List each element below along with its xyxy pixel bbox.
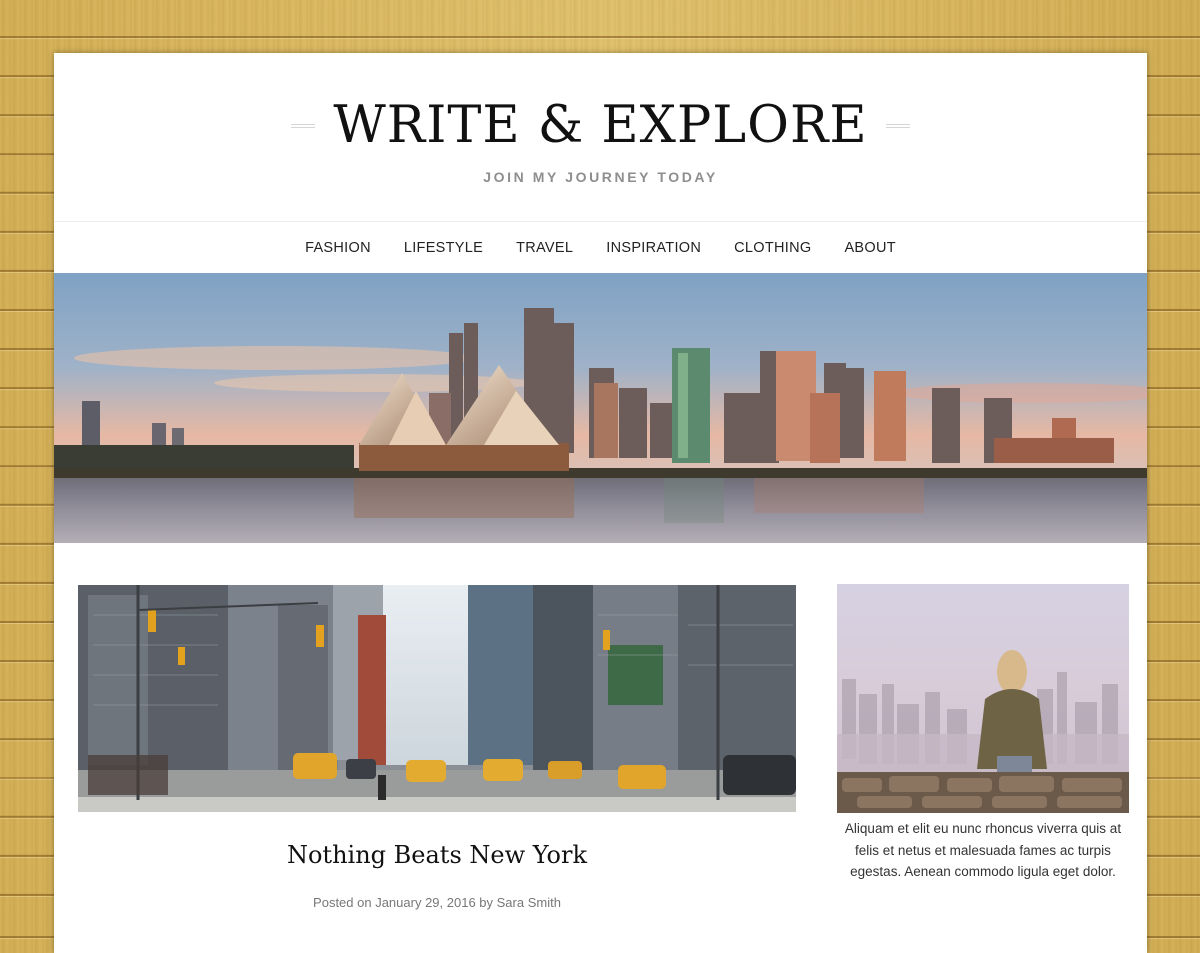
site-title-row: WRITE & EXPLORE (54, 91, 1147, 161)
nav-item-fashion[interactable]: FASHION (305, 240, 371, 256)
site-header: WRITE & EXPLORE JOIN MY JOURNEY TODAY (54, 53, 1147, 221)
blog-page: WRITE & EXPLORE JOIN MY JOURNEY TODAY FA… (54, 53, 1147, 953)
post-title[interactable]: Nothing Beats New York (78, 841, 796, 869)
hero-skyline-image (54, 273, 1147, 543)
post-meta: Posted on January 29, 2016 by Sara Smith (313, 895, 561, 910)
nav-item-lifestyle[interactable]: LIFESTYLE (404, 240, 483, 256)
nav-item-clothing[interactable]: CLOTHING (734, 240, 811, 256)
title-rule-right (885, 124, 910, 128)
title-rule-left (291, 124, 316, 128)
nav-item-travel[interactable]: TRAVEL (516, 240, 573, 256)
site-tagline: JOIN MY JOURNEY TODAY (483, 169, 718, 185)
main-navigation: FASHION LIFESTYLE TRAVEL INSPIRATION CLO… (54, 221, 1147, 273)
nav-item-about[interactable]: ABOUT (844, 240, 895, 256)
sidebar-widget-text: Aliquam et elit eu nunc rhoncus viverra … (844, 821, 1122, 879)
post-featured-image[interactable] (78, 585, 796, 812)
site-title[interactable]: WRITE & EXPLORE (333, 91, 867, 161)
nav-item-inspiration[interactable]: INSPIRATION (606, 240, 701, 256)
sidebar-widget-image (837, 584, 1129, 813)
